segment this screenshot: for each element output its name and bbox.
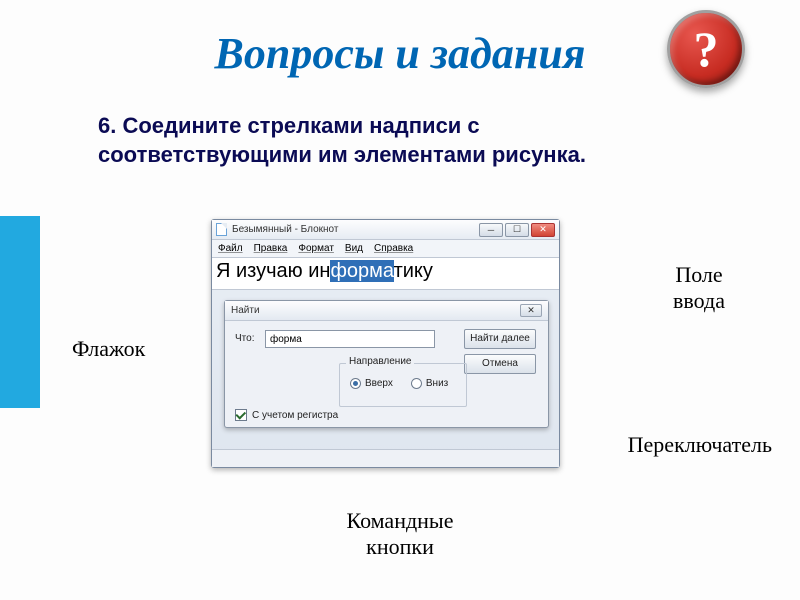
match-case-checkbox[interactable]: С учетом регистра — [235, 409, 338, 421]
find-what-input[interactable] — [265, 330, 435, 348]
maximize-button[interactable]: ☐ — [505, 223, 529, 237]
radio-icon — [411, 378, 422, 389]
radio-down[interactable]: Вниз — [411, 378, 448, 389]
label-command-buttons: Командные кнопки — [0, 508, 800, 560]
radio-icon — [350, 378, 361, 389]
notepad-title-text: Безымянный - Блокнот — [232, 224, 338, 235]
label-flag: Флажок — [72, 336, 145, 362]
minimize-button[interactable]: ─ — [479, 223, 503, 237]
find-next-button[interactable]: Найти далее — [464, 329, 536, 349]
statusbar — [212, 449, 559, 467]
find-titlebar[interactable]: Найти ✕ — [225, 301, 548, 321]
match-case-label: С учетом регистра — [252, 410, 338, 421]
menu-format[interactable]: Формат — [298, 243, 334, 254]
menubar: Файл Правка Формат Вид Справка — [212, 240, 559, 258]
menu-edit[interactable]: Правка — [254, 243, 288, 254]
find-dialog: Найти ✕ Что: Найти далее Отмена Направле… — [224, 300, 549, 428]
task-text: 6. Соедините стрелками надписи с соответ… — [98, 112, 638, 169]
question-badge: ? — [667, 10, 745, 88]
close-button[interactable]: ✕ — [531, 223, 555, 237]
notepad-titlebar[interactable]: Безымянный - Блокнот ─ ☐ ✕ — [212, 220, 559, 240]
menu-view[interactable]: Вид — [345, 243, 363, 254]
notepad-window: Безымянный - Блокнот ─ ☐ ✕ Файл Правка Ф… — [211, 219, 560, 468]
dialog-close-button[interactable]: ✕ — [520, 304, 542, 317]
question-mark-icon: ? — [694, 20, 719, 78]
radio-up[interactable]: Вверх — [350, 378, 393, 389]
sidebar-accent — [0, 216, 40, 408]
find-title-text: Найти — [231, 305, 260, 316]
direction-label: Направление — [346, 356, 414, 367]
editor-text-area[interactable]: Я изучаю информатику — [212, 258, 559, 290]
menu-file[interactable]: Файл — [218, 243, 243, 254]
label-input-field: Поле ввода — [654, 262, 744, 314]
menu-help[interactable]: Справка — [374, 243, 413, 254]
checkbox-icon — [235, 409, 247, 421]
label-switch: Переключатель — [628, 432, 772, 458]
direction-groupbox: Направление Вверх Вниз — [339, 363, 467, 407]
document-icon — [216, 223, 227, 236]
selected-text: форма — [330, 260, 393, 282]
cancel-button[interactable]: Отмена — [464, 354, 536, 374]
find-what-label: Что: — [235, 333, 254, 344]
